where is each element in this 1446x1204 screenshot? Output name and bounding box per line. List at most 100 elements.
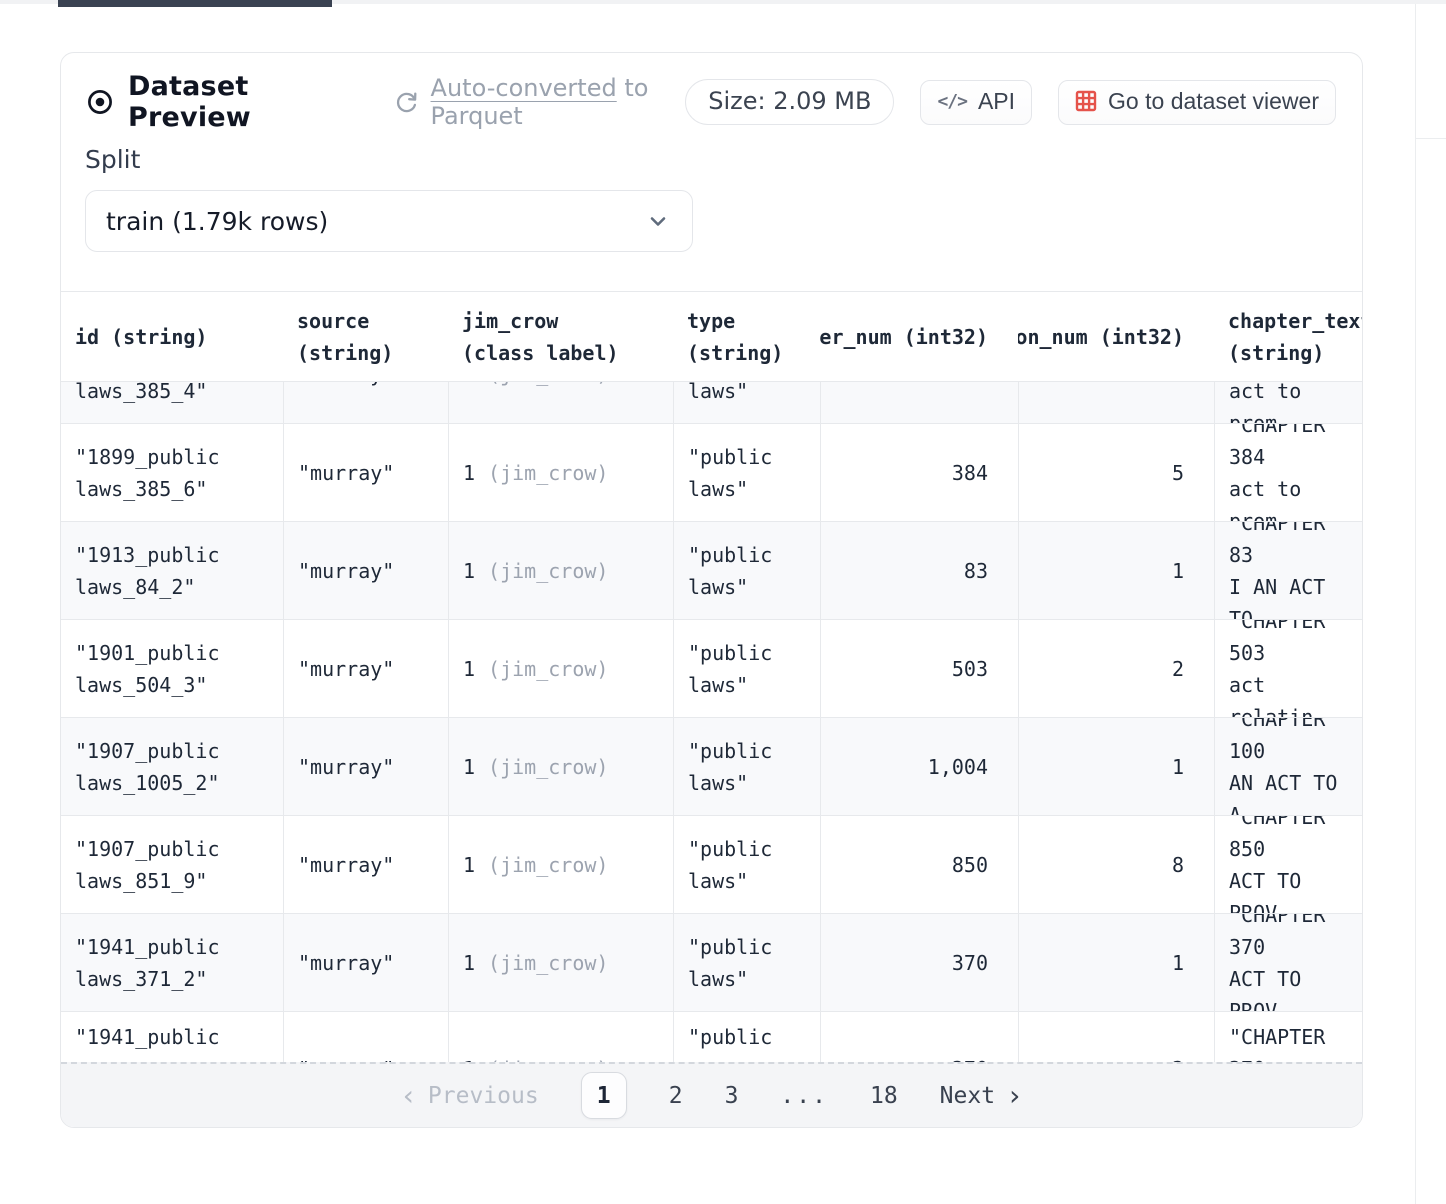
cell-chapter-num: 370 [820, 914, 1018, 1011]
cell-chapter-num: 503 [820, 620, 1018, 717]
cell-type: laws" [673, 382, 820, 423]
page-title: Dataset Preview [128, 71, 329, 133]
go-to-dataset-viewer-label: Go to dataset viewer [1108, 88, 1319, 115]
split-select[interactable]: train (1.79k rows) [85, 190, 693, 252]
cell-chapter-num: 83 [820, 522, 1018, 619]
pagination-bar: ‹ Previous 1 2 3... 18 Next › [61, 1062, 1362, 1127]
cell-type: "public laws" [673, 914, 820, 1011]
cell-jim-crow: 1(jim_crow) [448, 620, 673, 717]
cell-jim-crow: 1(jim_crow) [448, 718, 673, 815]
cell-jim-crow: 1(jim_crow) [448, 424, 673, 521]
refresh-icon [393, 89, 420, 116]
title-group: Dataset Preview [85, 71, 329, 133]
table-row: "1899_public laws_385_6""murray"1(jim_cr… [61, 423, 1362, 521]
cell-chapter-text: "CHAPTER 83 I AN ACT TO [1214, 522, 1362, 619]
split-selected-value: train (1.79k rows) [106, 207, 328, 236]
cell-type: "public laws" [673, 522, 820, 619]
cell-chapter-text: "CHAPTER 370 [1214, 1012, 1362, 1064]
cell-type: "public laws" [673, 424, 820, 521]
api-button-label: API [978, 88, 1015, 115]
cell-type: "public laws" [673, 620, 820, 717]
cell-id: "1941_public [61, 1012, 283, 1064]
cell-chapter-num [820, 382, 1018, 423]
cell-chapter-num: 850 [820, 816, 1018, 913]
chevron-down-icon [644, 207, 672, 235]
cell-type: "public laws" [673, 816, 820, 913]
dataset-table: id (string)source (string)jim_crow (clas… [61, 291, 1362, 1064]
cell-source: "murray" [283, 718, 448, 815]
table-row: "1941_public"murray"1(jim_crow)"public37… [61, 1011, 1362, 1064]
table-row: "1901_public laws_504_3""murray"1(jim_cr… [61, 619, 1362, 717]
table-row: laws_385_4""murray"1(jim_crow)laws" act t… [61, 381, 1362, 423]
cell-jim-crow: 1(jim_crow) [448, 816, 673, 913]
auto-converted-note: Auto-converted to Parquet [393, 74, 686, 130]
cell-source: "murray" [283, 424, 448, 521]
cell-chapter-num: 370 [820, 1012, 1018, 1064]
next-label: Next [940, 1083, 995, 1109]
column-header-jim_crow: jim_crow (class label) [448, 292, 673, 381]
column-header-id: id (string) [61, 292, 283, 381]
column-header-section_num: section_num (int32) [1018, 292, 1214, 381]
page-button-2[interactable]: 2 [669, 1083, 683, 1109]
cell-chapter-text: "CHAPTER 384 act to prom [1214, 424, 1362, 521]
card-header: Dataset Preview Auto-converted to Parque… [61, 53, 1362, 125]
cell-id: "1941_public laws_371_2" [61, 914, 283, 1011]
code-icon: </> [937, 91, 967, 112]
cell-type: "public laws" [673, 718, 820, 815]
pagination-ellipsis[interactable]: ... [780, 1083, 828, 1109]
chevron-right-icon: › [1009, 1086, 1020, 1106]
cell-source: "murray" [283, 1012, 448, 1064]
cell-id: "1899_public laws_385_6" [61, 424, 283, 521]
cell-jim-crow: 1(jim_crow) [448, 522, 673, 619]
cell-section-num: 1 [1018, 718, 1214, 815]
table-row: "1907_public laws_851_9""murray"1(jim_cr… [61, 815, 1362, 913]
table-header-row: id (string)source (string)jim_crow (clas… [61, 291, 1362, 381]
previous-label: Previous [428, 1083, 539, 1109]
previous-page-button[interactable]: ‹ Previous [403, 1083, 539, 1109]
cell-section-num: 1 [1018, 914, 1214, 1011]
cell-source: "murray" [283, 816, 448, 913]
cell-jim-crow: 1(jim_crow) [448, 1012, 673, 1064]
cell-id: laws_385_4" [61, 382, 283, 423]
table-grid-icon [1075, 90, 1097, 112]
dataset-preview-card: Dataset Preview Auto-converted to Parque… [60, 52, 1363, 1128]
cell-section-num: 1 [1018, 522, 1214, 619]
dataset-table-scroll-region[interactable]: id (string)source (string)jim_crow (clas… [61, 291, 1362, 1064]
cell-id: "1907_public laws_851_9" [61, 816, 283, 913]
cell-chapter-num: 384 [820, 424, 1018, 521]
cell-source: "murray" [283, 914, 448, 1011]
cell-chapter-num: 1,004 [820, 718, 1018, 815]
cell-source: "murray" [283, 522, 448, 619]
cell-section-num [1018, 382, 1214, 423]
auto-converted-link[interactable]: Auto-converted [431, 74, 617, 102]
cell-jim-crow: 1(jim_crow) [448, 382, 673, 423]
cell-section-num: 2 [1018, 1012, 1214, 1064]
column-header-chapter_num: chapter_num (int32) [820, 292, 1018, 381]
active-tab-indicator [58, 0, 332, 7]
next-page-button[interactable]: Next › [940, 1083, 1021, 1109]
column-header-chapter_text: chapter_text (string) [1214, 292, 1362, 381]
page-button-3[interactable]: 3 [725, 1083, 739, 1109]
cell-type: "public [673, 1012, 820, 1064]
table-row: "1941_public laws_371_2""murray"1(jim_cr… [61, 913, 1362, 1011]
header-actions: Size: 2.09 MB </> API Go to dataset view… [685, 79, 1336, 125]
page-button-18[interactable]: 18 [870, 1083, 898, 1109]
cell-chapter-text: "CHAPTER 100 AN ACT TO A [1214, 718, 1362, 815]
column-header-source: source (string) [283, 292, 448, 381]
cell-section-num: 2 [1018, 620, 1214, 717]
table-row: "1907_public laws_1005_2""murray"1(jim_c… [61, 717, 1362, 815]
go-to-dataset-viewer-button[interactable]: Go to dataset viewer [1058, 80, 1336, 125]
right-panel-section-divider [1416, 138, 1446, 139]
api-button[interactable]: </> API [920, 80, 1032, 125]
preview-eye-icon [85, 87, 115, 117]
cell-chapter-text: "CHAPTER 370 ACT TO PROV [1214, 914, 1362, 1011]
cell-source: "murray" [283, 382, 448, 423]
chevron-left-icon: ‹ [403, 1086, 414, 1106]
cell-source: "murray" [283, 620, 448, 717]
cell-id: "1901_public laws_504_3" [61, 620, 283, 717]
cell-chapter-text: act to prom [1214, 382, 1362, 423]
page-button-1[interactable]: 1 [581, 1072, 627, 1119]
table-row: "1913_public laws_84_2""murray"1(jim_cro… [61, 521, 1362, 619]
right-panel-divider [1415, 4, 1416, 1204]
split-label: Split [85, 145, 1362, 177]
